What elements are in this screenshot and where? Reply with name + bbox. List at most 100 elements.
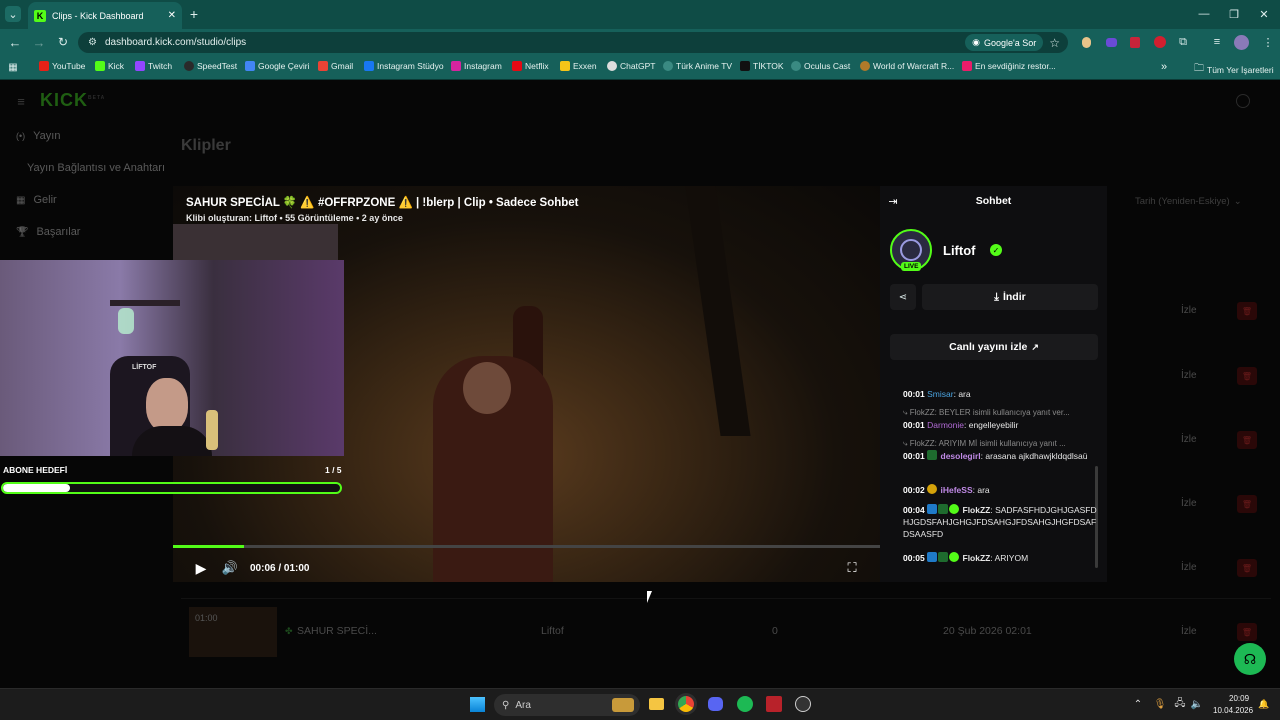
message-user[interactable]: iHefeSS: [941, 485, 973, 495]
tray-overflow-icon[interactable]: ⌃: [1132, 698, 1144, 710]
bookmark-speedtest[interactable]: SpeedTest: [184, 61, 237, 71]
bookmark-yemeksepeti[interactable]: En sevdiğiniz restor...: [962, 61, 1056, 71]
support-chat-button[interactable]: ☊: [1234, 643, 1266, 675]
bookmark-gmail[interactable]: Gmail: [318, 61, 353, 71]
obs-icon[interactable]: [795, 696, 811, 712]
sub-goal-bar: [1, 482, 342, 494]
address-bar[interactable]: ⚙ dashboard.kick.com/studio/clips ◉ Googl…: [78, 32, 1068, 53]
bookmark-netflix[interactable]: Netflix: [512, 61, 549, 71]
download-button[interactable]: ⤓ İndir: [922, 284, 1098, 310]
bookmark-warcraft[interactable]: World of Warcraft R...: [860, 61, 954, 71]
nav-achievements[interactable]: 🏆 Başarılar: [16, 226, 80, 238]
reload-icon[interactable]: ↻: [55, 34, 71, 50]
file-explorer-icon[interactable]: [649, 698, 664, 710]
back-icon[interactable]: ←: [7, 34, 23, 50]
extension-4-icon[interactable]: [1154, 36, 1166, 48]
table-row[interactable]: 01:00 ✤ SAHUR SPECİ... Liftof 0 20 Şub 2…: [181, 598, 1271, 662]
extensions-puzzle-icon[interactable]: ⧉: [1176, 35, 1190, 49]
message-user[interactable]: Darmonie: [927, 420, 964, 430]
sub-goal-label: ABONE HEDEFİ: [3, 465, 68, 475]
restore-icon[interactable]: ❐: [1226, 6, 1242, 22]
watch-button[interactable]: İzle: [1181, 434, 1197, 445]
bookmark-turk-anime[interactable]: Türk Anime TV: [663, 61, 732, 71]
bookmark-youtube[interactable]: YouTube: [39, 61, 85, 71]
bookmark-tiktok[interactable]: TİKTOK: [740, 61, 784, 71]
new-tab-icon[interactable]: +: [186, 6, 202, 22]
discord-icon[interactable]: [708, 697, 723, 711]
extension-3-icon[interactable]: [1130, 37, 1140, 48]
bookmark-oculus[interactable]: Oculus Cast: [791, 61, 850, 71]
delete-button[interactable]: 🗑: [1237, 302, 1257, 320]
close-window-icon[interactable]: ✕: [1256, 6, 1272, 22]
minimize-icon[interactable]: —: [1196, 6, 1212, 22]
notification-bell-icon[interactable]: 🔔: [1258, 698, 1270, 710]
bookmark-exxen[interactable]: Exxen: [560, 61, 597, 71]
watch-button[interactable]: İzle: [1181, 498, 1197, 509]
clip-title[interactable]: SAHUR SPECİ...: [297, 625, 377, 637]
media-controls-icon[interactable]: ≡: [1210, 35, 1224, 49]
delete-button[interactable]: 🗑: [1237, 559, 1257, 577]
voicemeeter-icon[interactable]: [766, 696, 782, 712]
hamburger-menu-icon[interactable]: ≡: [14, 94, 28, 109]
bookmark-google-translate[interactable]: Google Çeviri: [245, 61, 310, 71]
sort-dropdown[interactable]: Tarih (Yeniden-Eskiye) ⌄: [1135, 196, 1242, 207]
network-icon[interactable]: 🖧: [1174, 698, 1186, 710]
message-user[interactable]: Smisar: [927, 389, 953, 399]
menu-kebab-icon[interactable]: ⋮: [1262, 35, 1274, 49]
delete-button[interactable]: 🗑: [1237, 367, 1257, 385]
close-tab-icon[interactable]: ✕: [168, 10, 176, 21]
forward-icon[interactable]: →: [31, 34, 47, 50]
speaker-icon[interactable]: 🔈: [1191, 698, 1203, 710]
extension-1-icon[interactable]: [1082, 37, 1091, 48]
message-user[interactable]: desolegirl: [941, 451, 981, 461]
taskbar-search[interactable]: ⚲ Ara: [494, 694, 640, 716]
url-text[interactable]: dashboard.kick.com/studio/clips: [105, 37, 246, 48]
message-user[interactable]: FlokZZ: [963, 505, 991, 515]
fullscreen-icon[interactable]: ⛶: [844, 560, 860, 576]
bookmark-label: YouTube: [52, 61, 86, 71]
watch-button[interactable]: İzle: [1181, 562, 1197, 573]
notifications-avatar[interactable]: [1236, 94, 1250, 108]
play-icon[interactable]: ▶: [193, 560, 209, 576]
browser-tab[interactable]: K Clips - Kick Dashboard ✕: [28, 2, 182, 29]
delete-button[interactable]: 🗑: [1237, 431, 1257, 449]
nav-stream[interactable]: (•) Yayın: [16, 130, 60, 142]
nav-label: Yayın Bağlantısı ve Anahtarı: [27, 162, 165, 174]
trophy-icon: 🏆: [16, 226, 29, 238]
nav-stream-key[interactable]: Yayın Bağlantısı ve Anahtarı: [27, 162, 165, 174]
star-icon[interactable]: ☆: [1049, 36, 1060, 50]
seek-bar[interactable]: [173, 545, 880, 548]
bookmark-instagram-studio[interactable]: Instagram Stüdyo: [364, 61, 444, 71]
share-button[interactable]: ⋖: [890, 284, 916, 310]
volume-icon[interactable]: 🔊: [222, 560, 238, 576]
bookmark-twitch[interactable]: Twitch: [135, 61, 172, 71]
spotify-icon[interactable]: [737, 696, 753, 712]
delete-button[interactable]: 🗑: [1237, 495, 1257, 513]
delete-button[interactable]: 🗑: [1237, 623, 1257, 641]
channel-name[interactable]: Liftof: [943, 243, 975, 258]
nav-revenue[interactable]: ▦ Gelir: [16, 194, 57, 206]
watch-button[interactable]: İzle: [1181, 370, 1197, 381]
chrome-icon[interactable]: [678, 696, 694, 712]
clock-time[interactable]: 20:09: [1229, 694, 1249, 703]
microphone-icon[interactable]: 🎙: [1154, 698, 1167, 710]
extension-2-icon[interactable]: [1106, 38, 1117, 47]
apps-grid-icon[interactable]: ▦: [6, 60, 20, 74]
watch-button[interactable]: İzle: [1181, 305, 1197, 316]
google-lens-button[interactable]: ◉ Google'a Sor: [965, 34, 1044, 51]
bookmark-chatgpt[interactable]: ChatGPT: [607, 61, 655, 71]
profile-avatar[interactable]: [1234, 35, 1249, 50]
watch-button[interactable]: İzle: [1181, 626, 1197, 637]
start-button[interactable]: [470, 697, 485, 712]
bookmarks-overflow-icon[interactable]: »: [1161, 61, 1167, 73]
globe-icon: [663, 61, 673, 71]
all-bookmarks-folder[interactable]: 🗀 Tüm Yer İşaretleri: [1194, 61, 1274, 78]
clover-badge-icon: [938, 504, 949, 514]
bookmark-kick[interactable]: Kick: [95, 61, 124, 71]
site-info-icon[interactable]: ⚙: [88, 37, 97, 48]
tab-search-icon[interactable]: ⌄: [5, 6, 21, 22]
clock-date[interactable]: 10.04.2026: [1213, 706, 1253, 715]
message-user[interactable]: FlokZZ: [963, 553, 991, 563]
bookmark-instagram[interactable]: Instagram: [451, 61, 502, 71]
watch-live-button[interactable]: Canlı yayını izle ↗: [890, 334, 1098, 360]
